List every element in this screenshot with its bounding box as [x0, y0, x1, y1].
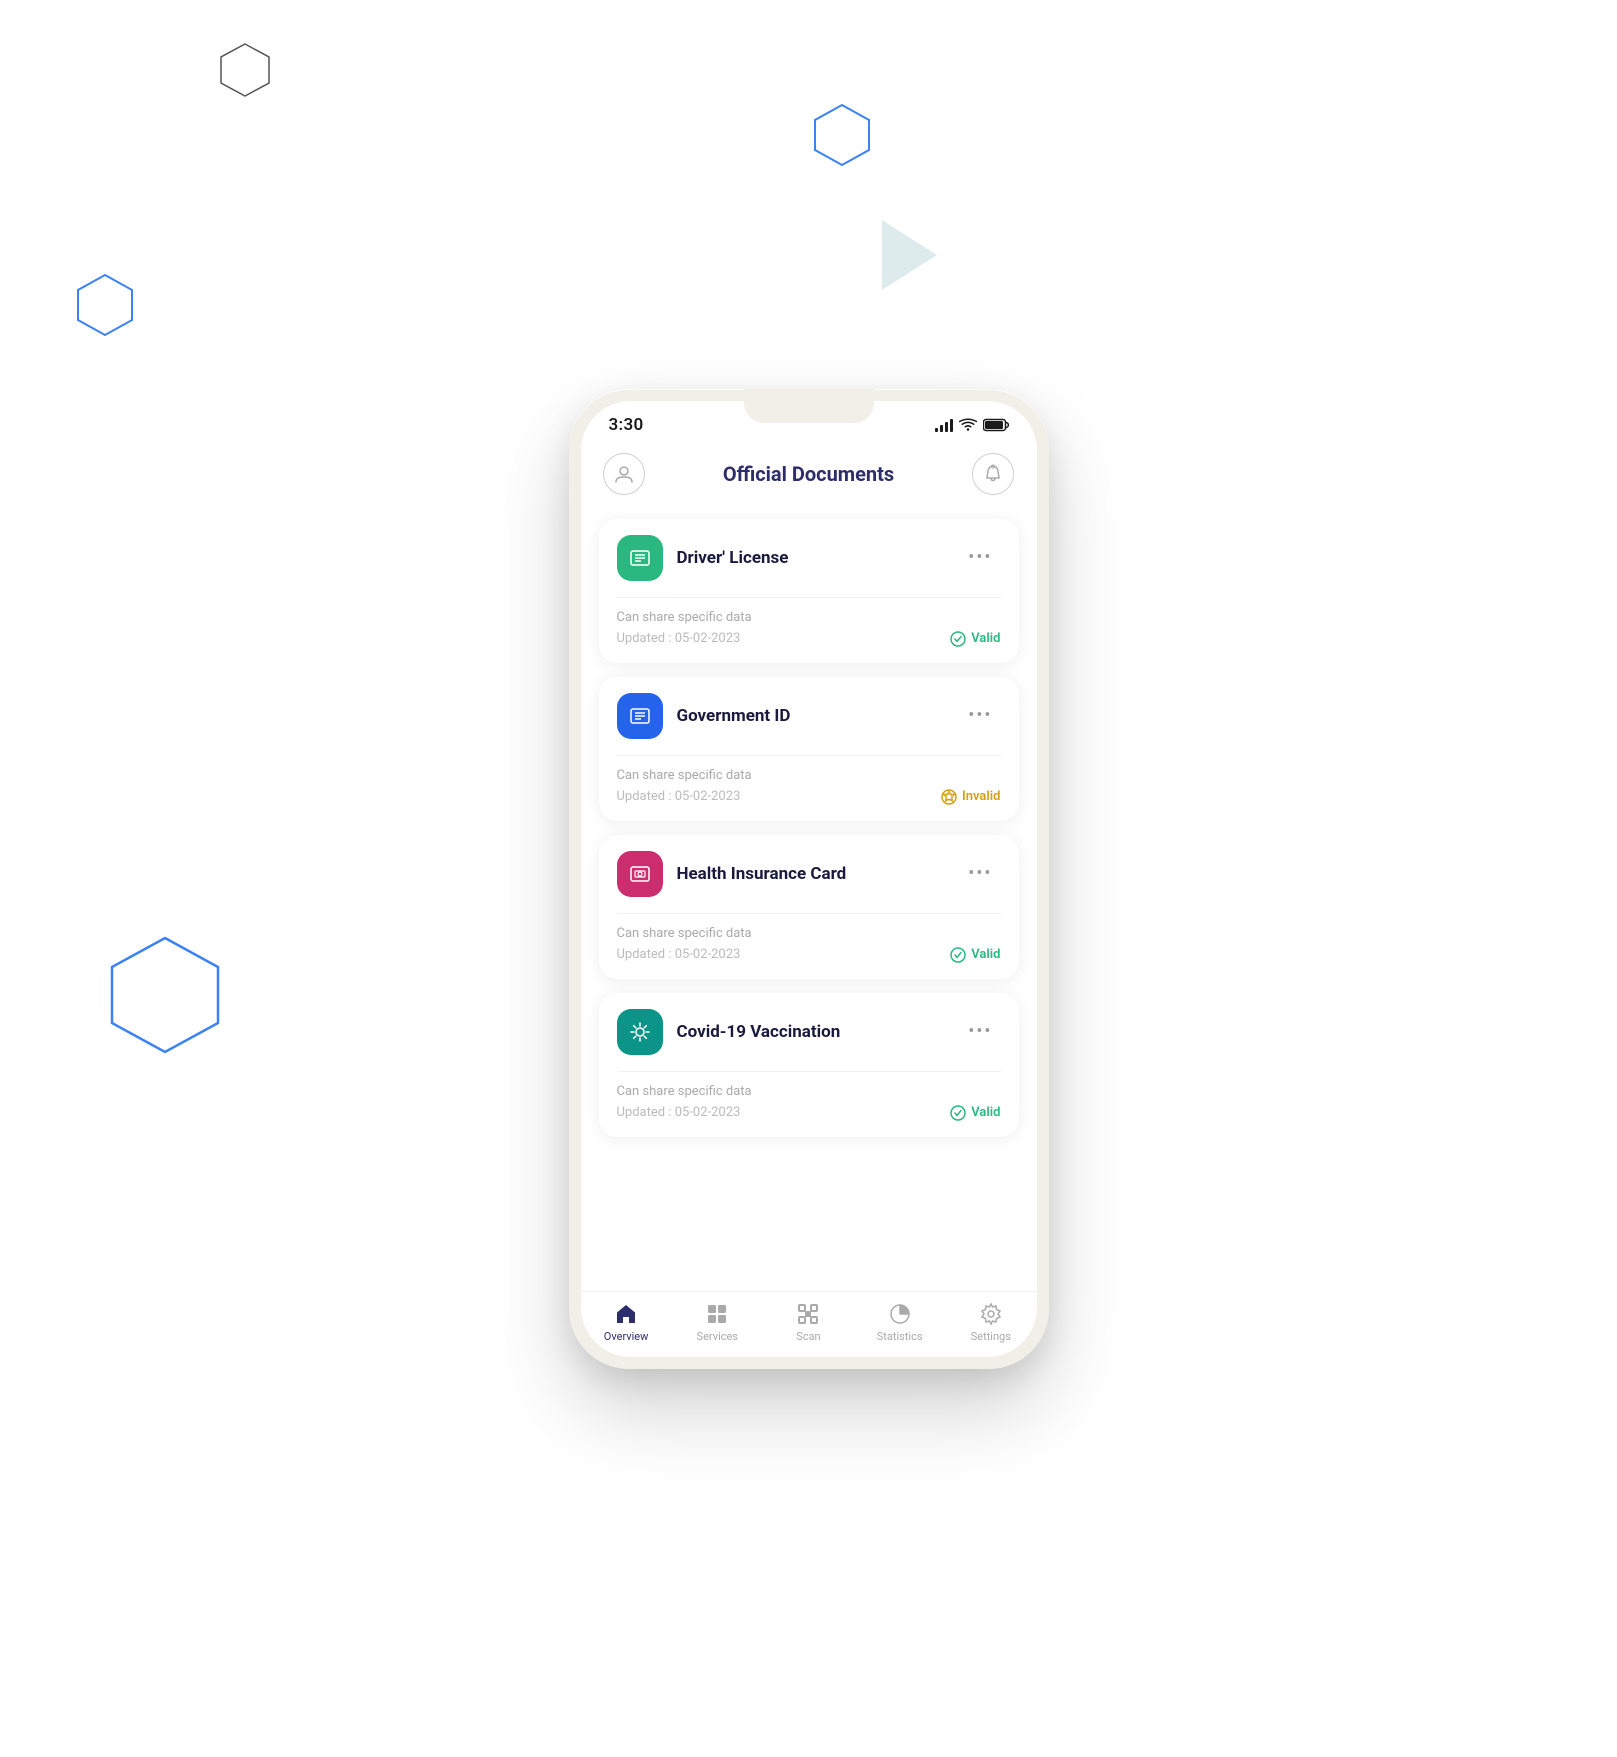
health-insurance-status: Valid: [950, 947, 1000, 963]
nav-label-scan: Scan: [796, 1330, 820, 1343]
card-bottom-covid: Can share specific data Updated : 05-02-…: [599, 1072, 1019, 1137]
valid-check-icon-2: [950, 947, 966, 963]
scan-icon: [796, 1302, 820, 1326]
covid-icon: [617, 1009, 663, 1055]
nav-item-settings[interactable]: Settings: [956, 1302, 1026, 1343]
health-insurance-updated: Updated : 05-02-2023: [617, 947, 741, 962]
driver-license-status: Valid: [950, 631, 1000, 647]
bell-icon: [983, 464, 1003, 484]
status-time: 3:30: [609, 415, 644, 435]
nav-label-statistics: Statistics: [877, 1330, 923, 1343]
phone-screen: 3:30: [581, 401, 1037, 1357]
driver-license-share: Can share specific data: [617, 610, 1001, 625]
driver-license-more[interactable]: •••: [960, 543, 1000, 572]
covid-updated: Updated : 05-02-2023: [617, 1105, 741, 1120]
invalid-icon: [941, 789, 957, 805]
chart-icon: [888, 1302, 912, 1326]
card-bottom-driver-license: Can share specific data Updated : 05-02-…: [599, 598, 1019, 663]
valid-check-icon-3: [950, 1105, 966, 1121]
documents-list: Driver' License ••• Can share specific d…: [581, 511, 1037, 1291]
card-bottom-government-id: Can share specific data Updated : 05-02-…: [599, 756, 1019, 821]
nav-item-statistics[interactable]: Statistics: [865, 1302, 935, 1343]
nav-item-services[interactable]: Services: [682, 1302, 752, 1343]
government-id-status: Invalid: [941, 789, 1000, 805]
hex-decoration-1: [70, 270, 140, 340]
government-id-updated: Updated : 05-02-2023: [617, 789, 741, 804]
arrow-decoration: [882, 220, 937, 290]
home-icon: [614, 1302, 638, 1326]
hex-decoration-3: [807, 100, 877, 170]
government-id-card[interactable]: Government ID ••• Can share specific dat…: [599, 677, 1019, 821]
card-top-health-insurance: Health Insurance Card •••: [599, 835, 1019, 913]
notification-button[interactable]: [972, 453, 1014, 495]
card-meta-4: Updated : 05-02-2023 Valid: [617, 1105, 1001, 1121]
nav-label-overview: Overview: [604, 1330, 649, 1343]
driver-license-name: Driver' License: [677, 548, 789, 568]
nav-item-overview[interactable]: Overview: [591, 1302, 661, 1343]
covid-status: Valid: [950, 1105, 1000, 1121]
government-id-share: Can share specific data: [617, 768, 1001, 783]
government-id-name: Government ID: [677, 706, 791, 726]
covid-more[interactable]: •••: [960, 1017, 1000, 1046]
phone-container: 3:30: [569, 389, 1049, 1369]
government-id-icon: [617, 693, 663, 739]
nav-label-settings: Settings: [971, 1330, 1011, 1343]
card-top-government-id: Government ID •••: [599, 677, 1019, 755]
battery-icon: [983, 418, 1009, 432]
covid-vaccination-card[interactable]: Covid-19 Vaccination ••• Can share speci…: [599, 993, 1019, 1137]
card-meta-2: Updated : 05-02-2023 Invalid: [617, 789, 1001, 805]
signal-icon: [935, 418, 953, 432]
phone-outer: 3:30: [569, 389, 1049, 1369]
hex-decoration-2: [100, 930, 230, 1060]
driver-license-card[interactable]: Driver' License ••• Can share specific d…: [599, 519, 1019, 663]
covid-name: Covid-19 Vaccination: [677, 1022, 841, 1042]
phone-notch: [744, 389, 874, 423]
health-insurance-icon: [617, 851, 663, 897]
health-insurance-more[interactable]: •••: [960, 859, 1000, 888]
card-top-driver-license: Driver' License •••: [599, 519, 1019, 597]
nav-label-services: Services: [697, 1330, 738, 1343]
nav-item-scan[interactable]: Scan: [773, 1302, 843, 1343]
driver-license-icon: [617, 535, 663, 581]
profile-button[interactable]: [603, 453, 645, 495]
status-icons: [935, 418, 1009, 432]
card-meta-3: Updated : 05-02-2023 Valid: [617, 947, 1001, 963]
person-icon: [614, 464, 634, 484]
driver-license-updated: Updated : 05-02-2023: [617, 631, 741, 646]
health-insurance-share: Can share specific data: [617, 926, 1001, 941]
valid-check-icon: [950, 631, 966, 647]
hex-decoration-4: [215, 40, 275, 100]
card-meta: Updated : 05-02-2023 Valid: [617, 631, 1001, 647]
bottom-navigation: Overview Services: [581, 1291, 1037, 1357]
government-id-more[interactable]: •••: [960, 701, 1000, 730]
wifi-icon: [959, 418, 977, 432]
health-insurance-name: Health Insurance Card: [677, 864, 847, 884]
health-insurance-card[interactable]: Health Insurance Card ••• Can share spec…: [599, 835, 1019, 979]
covid-share: Can share specific data: [617, 1084, 1001, 1099]
gear-icon: [979, 1302, 1003, 1326]
card-bottom-health-insurance: Can share specific data Updated : 05-02-…: [599, 914, 1019, 979]
page-title: Official Documents: [723, 462, 894, 486]
card-top-covid: Covid-19 Vaccination •••: [599, 993, 1019, 1071]
app-header: Official Documents: [581, 443, 1037, 511]
grid-icon: [705, 1302, 729, 1326]
